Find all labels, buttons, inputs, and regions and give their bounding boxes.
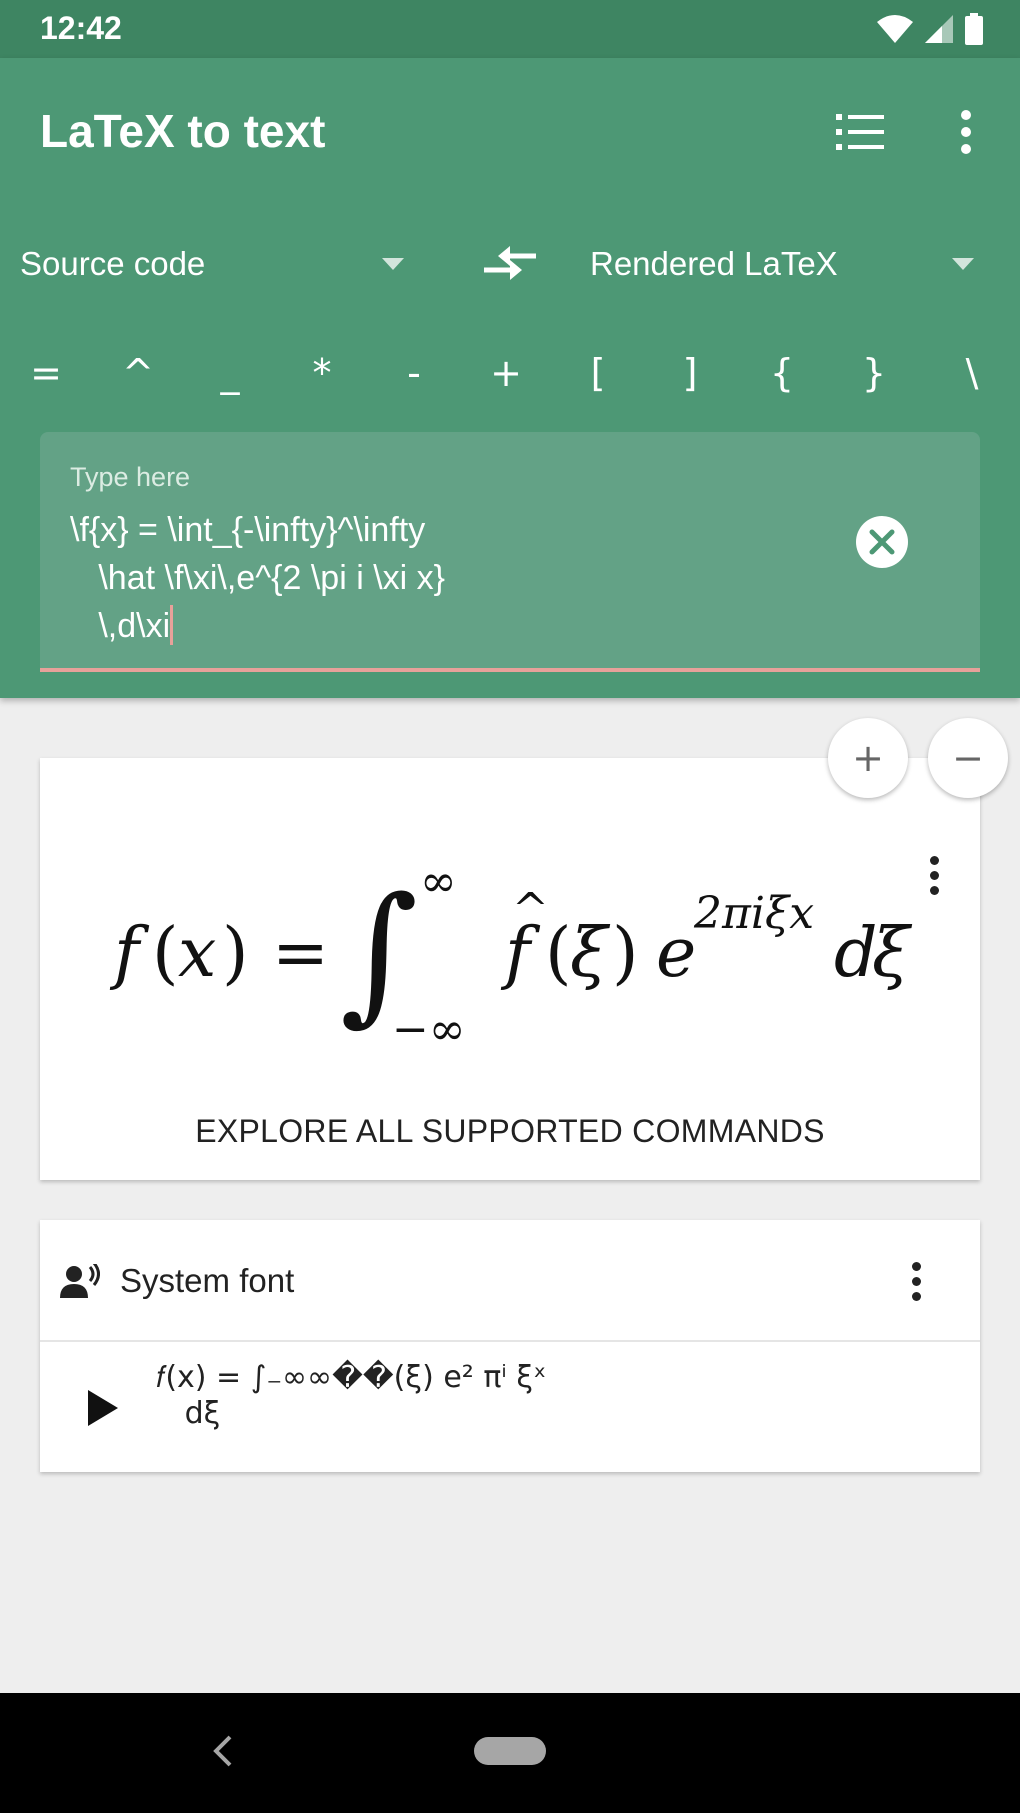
- symbol-button-right-brace[interactable]: }: [839, 338, 909, 408]
- input-line-1: \f{x} = \int_{-\infty}^\infty: [70, 511, 426, 549]
- chevron-down-icon: [952, 258, 974, 270]
- zoom-out-button[interactable]: −: [928, 718, 1008, 798]
- chevron-down-icon: [382, 258, 404, 270]
- rendered-formula: f ( x ) = ∫ ∞ −∞ f ^ ( ξ ) e 2πiξx d ξ: [109, 856, 913, 1048]
- explore-commands-button[interactable]: EXPLORE ALL SUPPORTED COMMANDS: [40, 1113, 980, 1150]
- symbol-button-equals[interactable]: =: [11, 338, 81, 408]
- input-line-2: \hat \f\xi\,e^{2 \pi i \xi x}: [70, 559, 446, 597]
- formula-lower-limit: −∞: [392, 1004, 466, 1048]
- formula-lparen: (: [152, 914, 179, 993]
- zoom-in-button[interactable]: +: [828, 718, 908, 798]
- formula-exponent: 2πiξx: [693, 888, 814, 939]
- back-icon[interactable]: [204, 1731, 244, 1771]
- text-cursor: [170, 605, 174, 645]
- target-language-label: Rendered LaTeX: [590, 245, 838, 282]
- output-menu-button[interactable]: [912, 1262, 921, 1301]
- symbol-button-underscore[interactable]: _: [195, 338, 265, 408]
- formula-xi: ξ: [570, 914, 611, 993]
- status-time: 12:42: [40, 10, 122, 46]
- formula-rparen: ): [222, 914, 249, 993]
- formula-xi-2: ξ: [872, 914, 913, 993]
- symbol-bar: = ^ _ * - + [ ] { } \: [0, 338, 1020, 408]
- font-row: System font: [40, 1220, 980, 1342]
- formula-e: e: [656, 914, 696, 993]
- symbol-button-right-bracket[interactable]: ]: [655, 338, 725, 408]
- overflow-menu-button[interactable]: [938, 104, 994, 160]
- symbol-button-backslash[interactable]: \: [937, 338, 1007, 408]
- formula-d: d: [834, 914, 878, 993]
- symbol-button-plus[interactable]: +: [471, 338, 541, 408]
- input-line-3: \,d\xi: [70, 607, 171, 645]
- input-label: Type here: [70, 462, 191, 492]
- font-name: System font: [120, 1262, 295, 1299]
- status-bar: 12:42: [0, 0, 1020, 58]
- latex-input-field[interactable]: Type here \f{x} = \int_{-\infty}^\infty …: [40, 432, 980, 672]
- formula-x: x: [178, 914, 216, 993]
- cancel-icon: [869, 529, 895, 555]
- symbol-button-asterisk[interactable]: *: [287, 338, 357, 408]
- input-text[interactable]: \f{x} = \int_{-\infty}^\infty \hat \f\xi…: [70, 506, 445, 650]
- swap-languages-button[interactable]: [482, 236, 538, 292]
- text-output-card: System font 𝑓(x) = ∫₋∞∞��(ξ) e² πⁱ ξˣ dξ: [40, 1220, 980, 1472]
- source-language-select[interactable]: Source code: [20, 234, 404, 294]
- rendered-latex-card: f ( x ) = ∫ ∞ −∞ f ^ ( ξ ) e 2πiξx d ξ E…: [40, 758, 980, 1180]
- signal-icon: [925, 15, 953, 43]
- record-voice-icon: [60, 1264, 100, 1298]
- symbol-button-caret[interactable]: ^: [103, 338, 173, 408]
- more-vert-icon: [930, 856, 939, 865]
- home-button[interactable]: [474, 1737, 546, 1765]
- play-arrow-icon[interactable]: [88, 1390, 118, 1426]
- source-language-label: Source code: [20, 245, 206, 282]
- more-vert-icon: [961, 110, 971, 154]
- formula-rparen-2: ): [612, 914, 639, 993]
- format-list-icon: [836, 114, 884, 150]
- formula-f: f: [109, 914, 150, 993]
- wifi-icon: [877, 15, 913, 43]
- navigation-bar: [0, 1693, 1020, 1813]
- app-title: LaTeX to text: [40, 105, 326, 157]
- battery-icon: [965, 13, 983, 45]
- symbol-button-left-bracket[interactable]: [: [563, 338, 633, 408]
- app-header: LaTeX to text Source code Rendered LaTeX…: [0, 58, 1020, 698]
- symbol-button-left-brace[interactable]: {: [747, 338, 817, 408]
- formula-menu-button[interactable]: [930, 856, 939, 895]
- more-vert-icon: [912, 1262, 921, 1271]
- clear-input-button[interactable]: [856, 516, 908, 568]
- output-line-2: dξ: [156, 1396, 221, 1431]
- status-icons: [876, 12, 984, 46]
- output-line-1: 𝑓(x) = ∫₋∞∞��(ξ) e² πⁱ ξˣ: [156, 1360, 547, 1395]
- formula-hat: ^: [512, 884, 549, 935]
- formula-lparen-2: (: [545, 914, 572, 993]
- formula-equals: =: [272, 914, 329, 993]
- symbol-button-minus[interactable]: -: [379, 338, 449, 408]
- swap-horiz-icon: [484, 246, 536, 280]
- history-list-button[interactable]: [832, 104, 888, 160]
- converted-text: 𝑓(x) = ∫₋∞∞��(ξ) e² πⁱ ξˣ dξ: [156, 1360, 546, 1432]
- target-language-select[interactable]: Rendered LaTeX: [590, 234, 974, 294]
- formula-upper-limit: ∞: [420, 856, 457, 907]
